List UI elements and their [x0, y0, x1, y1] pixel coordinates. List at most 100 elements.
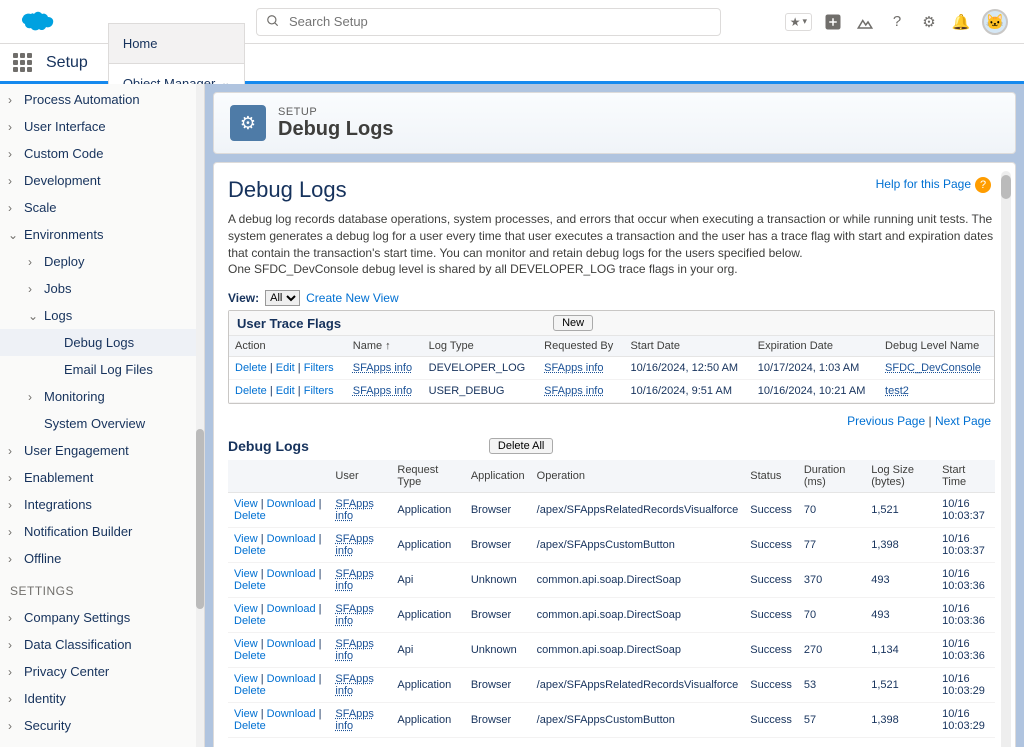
edit-link[interactable]: Edit — [276, 362, 295, 374]
column-header[interactable]: User — [329, 460, 391, 493]
size: 1,521 — [865, 493, 936, 528]
view-link[interactable]: View — [234, 603, 258, 615]
user-link[interactable]: SFApps info — [335, 498, 374, 522]
view-link[interactable]: View — [234, 498, 258, 510]
debug-level-link[interactable]: SFDC_DevConsole — [885, 362, 981, 374]
delete-link[interactable]: Delete — [234, 650, 266, 662]
sidebar-item-custom-code[interactable]: ›Custom Code — [0, 140, 204, 167]
app-launcher-icon[interactable] — [8, 49, 36, 77]
sidebar-item-enablement[interactable]: ›Enablement — [0, 464, 204, 491]
help-link[interactable]: Help for this Page? — [876, 177, 991, 193]
delete-link[interactable]: Delete — [234, 510, 266, 522]
bell-icon[interactable]: 🔔 — [950, 11, 972, 33]
user-link[interactable]: SFApps info — [335, 638, 374, 662]
panel-scrollbar[interactable] — [1001, 171, 1011, 747]
sidebar-item-user-engagement[interactable]: ›User Engagement — [0, 437, 204, 464]
view-select[interactable]: All — [265, 290, 300, 306]
view-link[interactable]: View — [234, 708, 258, 720]
new-button[interactable]: New — [553, 315, 593, 331]
column-header[interactable]: Name ↑ — [347, 336, 423, 357]
column-header[interactable]: Debug Level Name — [879, 336, 994, 357]
sidebar-item-logs[interactable]: ⌄Logs — [0, 302, 204, 329]
sidebar-item-process-automation[interactable]: ›Process Automation — [0, 86, 204, 113]
create-view-link[interactable]: Create New View — [306, 291, 398, 305]
next-page-link[interactable]: Next Page — [935, 414, 991, 428]
column-header[interactable]: Status — [744, 460, 798, 493]
search-input[interactable] — [256, 8, 721, 36]
column-header[interactable]: Requested By — [538, 336, 624, 357]
gear-icon[interactable]: ⚙ — [918, 11, 940, 33]
view-link[interactable]: View — [234, 533, 258, 545]
sidebar-item-label: Security — [24, 718, 71, 733]
user-link[interactable]: SFApps info — [335, 603, 374, 627]
column-header[interactable]: Start Date — [624, 336, 751, 357]
sidebar-item-security[interactable]: ›Security — [0, 712, 204, 739]
name-link[interactable]: SFApps info — [353, 385, 412, 397]
column-header[interactable] — [228, 460, 329, 493]
debug-level-link[interactable]: test2 — [885, 385, 909, 397]
user-link[interactable]: SFApps info — [335, 708, 374, 732]
sidebar-item-deploy[interactable]: ›Deploy — [0, 248, 204, 275]
column-header[interactable]: Request Type — [391, 460, 464, 493]
user-link[interactable]: SFApps info — [335, 673, 374, 697]
download-link[interactable]: Download — [267, 498, 316, 510]
avatar[interactable]: 🐱 — [982, 9, 1008, 35]
edit-link[interactable]: Edit — [276, 385, 295, 397]
sidebar-item-debug-logs[interactable]: Debug Logs — [0, 329, 204, 356]
column-header[interactable]: Expiration Date — [752, 336, 879, 357]
download-link[interactable]: Download — [267, 533, 316, 545]
delete-link[interactable]: Delete — [234, 720, 266, 732]
download-link[interactable]: Download — [267, 603, 316, 615]
add-icon[interactable] — [822, 11, 844, 33]
sidebar-item-identity[interactable]: ›Identity — [0, 685, 204, 712]
sidebar-item-privacy-center[interactable]: ›Privacy Center — [0, 658, 204, 685]
sidebar-item-company-settings[interactable]: ›Company Settings — [0, 604, 204, 631]
column-header[interactable]: Log Size (bytes) — [865, 460, 936, 493]
column-header[interactable]: Log Type — [423, 336, 539, 357]
sidebar-item-jobs[interactable]: ›Jobs — [0, 275, 204, 302]
delete-link[interactable]: Delete — [235, 385, 267, 397]
delete-link[interactable]: Delete — [234, 615, 266, 627]
sidebar-item-development[interactable]: ›Development — [0, 167, 204, 194]
user-link[interactable]: SFApps info — [335, 568, 374, 592]
column-header[interactable]: Application — [465, 460, 531, 493]
filters-link[interactable]: Filters — [304, 385, 334, 397]
requested-by-link[interactable]: SFApps info — [544, 385, 603, 397]
sidebar-item-environments[interactable]: ⌄Environments — [0, 221, 204, 248]
view-link[interactable]: View — [234, 673, 258, 685]
view-link[interactable]: View — [234, 638, 258, 650]
delete-link[interactable]: Delete — [234, 545, 266, 557]
sidebar-item-email-log-files[interactable]: Email Log Files — [0, 356, 204, 383]
delete-link[interactable]: Delete — [234, 580, 266, 592]
favorites-button[interactable]: ★▾ — [785, 13, 812, 31]
sidebar-item-data-classification[interactable]: ›Data Classification — [0, 631, 204, 658]
column-header[interactable]: Duration (ms) — [798, 460, 865, 493]
download-link[interactable]: Download — [267, 568, 316, 580]
sidebar-item-user-interface[interactable]: ›User Interface — [0, 113, 204, 140]
sidebar-item-notification-builder[interactable]: ›Notification Builder — [0, 518, 204, 545]
delete-link[interactable]: Delete — [235, 362, 267, 374]
view-link[interactable]: View — [234, 568, 258, 580]
filters-link[interactable]: Filters — [304, 362, 334, 374]
sidebar-item-monitoring[interactable]: ›Monitoring — [0, 383, 204, 410]
tab-home[interactable]: Home — [108, 23, 245, 63]
sidebar-item-integrations[interactable]: ›Integrations — [0, 491, 204, 518]
trailhead-icon[interactable] — [854, 11, 876, 33]
name-link[interactable]: SFApps info — [353, 362, 412, 374]
delete-all-button[interactable]: Delete All — [489, 438, 553, 454]
delete-link[interactable]: Delete — [234, 685, 266, 697]
sidebar-item-offline[interactable]: ›Offline — [0, 545, 204, 572]
download-link[interactable]: Download — [267, 638, 316, 650]
help-icon[interactable]: ? — [886, 11, 908, 33]
requested-by-link[interactable]: SFApps info — [544, 362, 603, 374]
sidebar-item-system-overview[interactable]: System Overview — [0, 410, 204, 437]
user-link[interactable]: SFApps info — [335, 533, 374, 557]
sidebar-scrollbar[interactable] — [196, 84, 204, 747]
column-header[interactable]: Action — [229, 336, 347, 357]
download-link[interactable]: Download — [267, 673, 316, 685]
column-header[interactable]: Start Time — [936, 460, 995, 493]
column-header[interactable]: Operation — [531, 460, 745, 493]
download-link[interactable]: Download — [267, 708, 316, 720]
prev-page-link[interactable]: Previous Page — [847, 414, 925, 428]
sidebar-item-scale[interactable]: ›Scale — [0, 194, 204, 221]
